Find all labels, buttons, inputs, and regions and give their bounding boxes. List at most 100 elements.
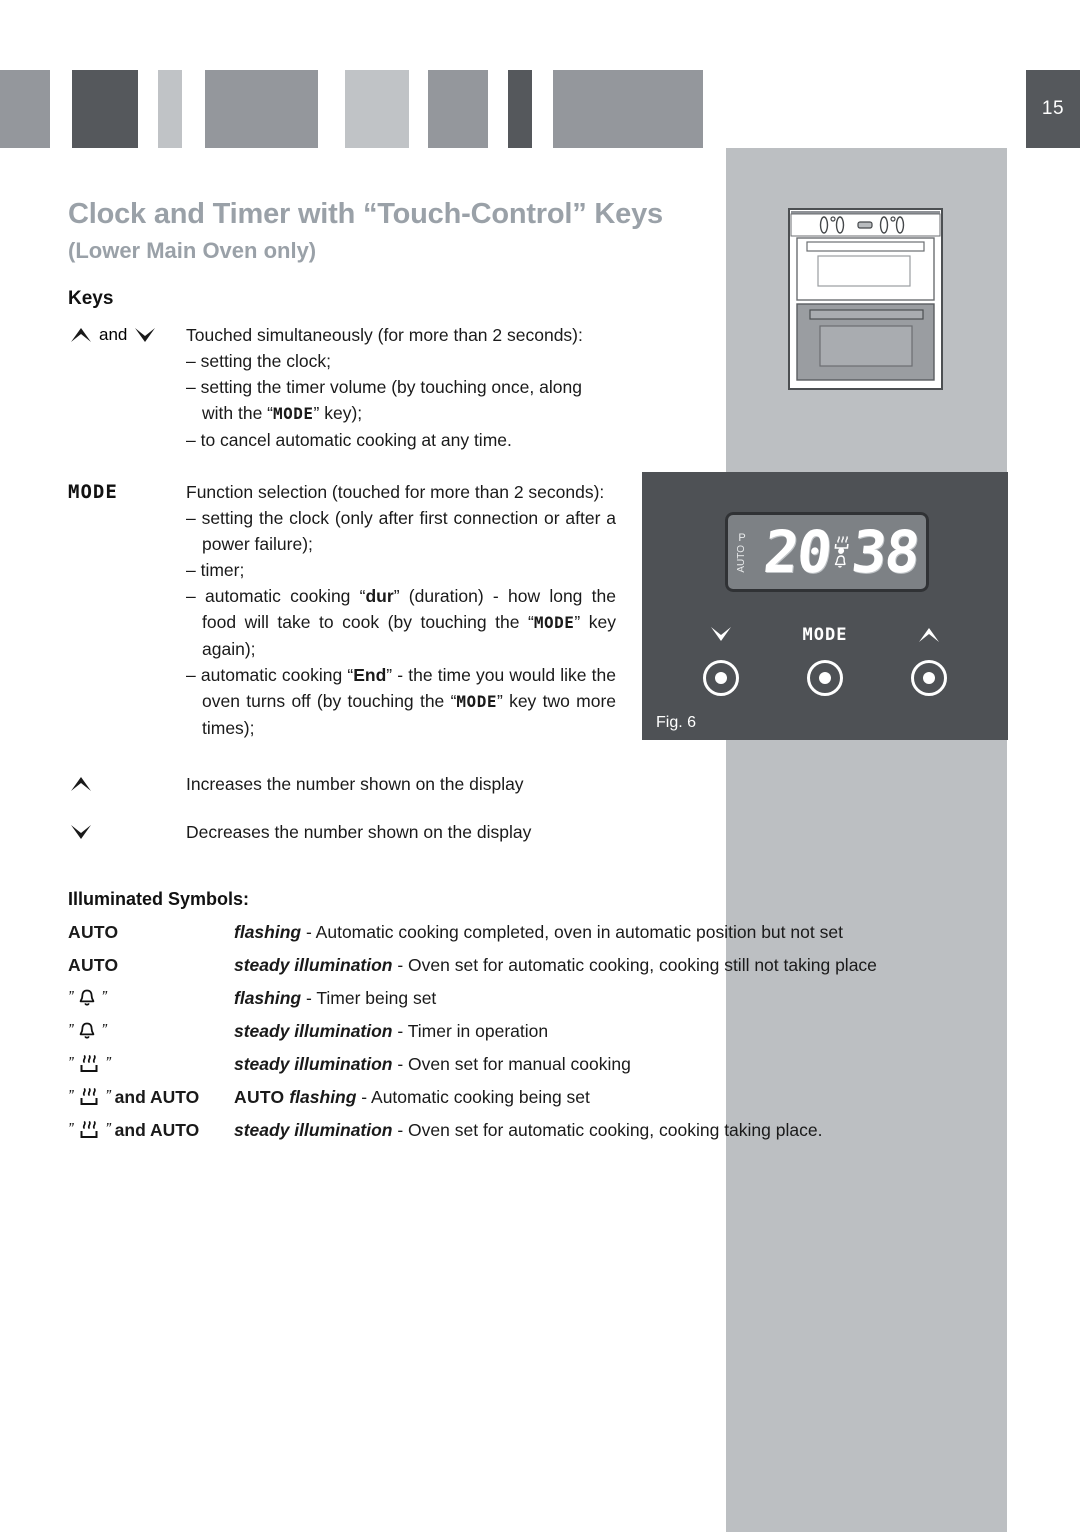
illuminated-description: steady illumination - Timer in operation — [234, 1019, 998, 1043]
illuminated-state: steady illumination — [234, 955, 393, 975]
heat-icon — [77, 1119, 101, 1141]
page-number: 15 — [1026, 70, 1080, 148]
up-arrow-icon — [68, 773, 186, 795]
key-entry-lead: Function selection (touched for more tha… — [186, 482, 605, 502]
quote-open: ” — [68, 1121, 74, 1138]
page-number-value: 15 — [1041, 98, 1065, 119]
top-bar-segment — [428, 70, 488, 148]
key-entry-bullet: – automatic cooking “End” - the time you… — [186, 665, 617, 738]
heat-icon — [77, 1053, 101, 1075]
quote-open: ” — [68, 1055, 74, 1072]
illuminated-row: ” ” flashing - Timer being set — [68, 986, 998, 1010]
quote-open: ” — [68, 1088, 74, 1105]
top-bar-segment — [553, 70, 703, 148]
key-entry-bullet: – automatic cooking “dur” (duration) - h… — [186, 586, 616, 659]
illuminated-description: steady illumination - Oven set for manua… — [234, 1052, 998, 1076]
key-entry-text: Function selection (touched for more tha… — [186, 479, 616, 741]
illuminated-desc-text: - Oven set for manual cooking — [392, 1054, 631, 1074]
top-bar-segment — [345, 70, 409, 148]
mode-symbol-text: MODE — [68, 481, 118, 503]
illuminated-key: ” ” and AUTO — [68, 1118, 234, 1142]
key-symbol-mode: MODE — [68, 479, 186, 741]
mode-inline-label: MODE — [273, 404, 314, 423]
illuminated-row: ” ” steady illumination - Oven set for m… — [68, 1052, 998, 1076]
mode-inline-label: MODE — [533, 613, 575, 632]
quote-close: ” — [105, 1088, 111, 1105]
illuminated-key: ” ” — [68, 1019, 234, 1043]
illuminated-state: steady illumination — [234, 1021, 393, 1041]
illuminated-desc-text: - Automatic cooking being set — [356, 1087, 590, 1107]
down-arrow-icon — [132, 324, 158, 346]
top-bar-segment — [72, 70, 138, 148]
auto-label: AUTO — [234, 1087, 285, 1107]
illuminated-row: ” ” steady illumination - Timer in opera… — [68, 1019, 998, 1043]
quote-close: ” — [105, 1055, 111, 1072]
top-bar-segment — [158, 70, 182, 148]
illuminated-key: ” ” — [68, 986, 234, 1010]
key-entry-text: Decreases the number shown on the displa… — [186, 822, 532, 842]
top-bar-segment — [508, 70, 532, 148]
key-entry-down: Decreases the number shown on the displa… — [68, 819, 998, 845]
illuminated-desc-text: - Oven set for automatic cooking, cookin… — [392, 1120, 823, 1140]
illuminated-row: ” ” and AUTO AUTO flashing - Automatic c… — [68, 1085, 998, 1109]
illuminated-row: AUTO steady illumination - Oven set for … — [68, 953, 998, 977]
heat-icon — [77, 1086, 101, 1108]
illuminated-row: AUTO flashing - Automatic cooking comple… — [68, 920, 998, 944]
illuminated-desc-text: - Oven set for automatic cooking, cookin… — [392, 955, 877, 975]
key-symbol-conjunction: and — [99, 325, 128, 344]
auto-label: AUTO — [68, 922, 119, 942]
key-entry-bullet: – to cancel automatic cooking at any tim… — [186, 430, 512, 450]
key-entry-text: Increases the number shown on the displa… — [186, 774, 524, 794]
illuminated-key-and-auto: and AUTO — [114, 1120, 200, 1140]
illuminated-symbols-list: AUTO flashing - Automatic cooking comple… — [68, 920, 998, 1142]
quote-close: ” — [101, 1022, 107, 1039]
main-content: Clock and Timer with “Touch-Control” Key… — [68, 196, 998, 1142]
bell-icon — [77, 988, 97, 1009]
key-entry-bullet: – timer; — [186, 560, 245, 580]
mode-inline-label: MODE — [456, 692, 497, 711]
illuminated-description: flashing - Automatic cooking completed, … — [234, 920, 998, 944]
illuminated-description: steady illumination - Oven set for autom… — [234, 1118, 998, 1142]
quote-open: ” — [68, 989, 74, 1006]
quote-close: ” — [105, 1121, 111, 1138]
key-entry-up: Increases the number shown on the displa… — [68, 771, 998, 797]
auto-label: AUTO — [68, 955, 119, 975]
key-symbol-down — [68, 819, 186, 845]
illuminated-state: steady illumination — [234, 1120, 393, 1140]
illuminated-state: flashing — [234, 988, 302, 1008]
quote-open: ” — [68, 1022, 74, 1039]
key-entry-bullet: – setting the clock; — [186, 351, 331, 371]
illuminated-row: ” ” and AUTO steady illumination - Oven … — [68, 1118, 998, 1142]
illuminated-description: flashing - Timer being set — [234, 986, 998, 1010]
illuminated-symbols-heading: Illuminated Symbols: — [68, 889, 250, 909]
key-symbol-up — [68, 771, 186, 797]
key-entry-mode: MODE Function selection (touched for mor… — [68, 479, 998, 741]
illuminated-desc-text: - Timer being set — [301, 988, 437, 1008]
page-subtitle: (Lower Main Oven only) — [68, 238, 317, 263]
key-entry-bullet: – setting the clock (only after first co… — [186, 508, 616, 554]
illuminated-description: AUTO flashing - Automatic cooking being … — [234, 1085, 998, 1109]
key-entry-bullet: – setting the timer volume (by touching … — [186, 377, 582, 423]
illuminated-desc-text: - Timer in operation — [392, 1021, 549, 1041]
illuminated-key: ” ” and AUTO — [68, 1085, 234, 1109]
illuminated-key-and-auto: and AUTO — [114, 1087, 200, 1107]
illuminated-desc-text: - Automatic cooking completed, oven in a… — [301, 922, 843, 942]
key-symbol-up-down: and — [68, 322, 186, 453]
down-arrow-icon — [68, 821, 186, 843]
illuminated-state: flashing — [234, 922, 302, 942]
keys-heading: Keys — [68, 288, 114, 309]
key-entry-lead: Touched simultaneously (for more than 2 … — [186, 325, 583, 345]
bell-icon — [77, 1021, 97, 1042]
illuminated-state: steady illumination — [234, 1054, 393, 1074]
illuminated-description: steady illumination - Oven set for autom… — [234, 953, 998, 977]
illuminated-key: AUTO — [68, 953, 234, 977]
illuminated-state: flashing — [289, 1087, 357, 1107]
top-bar-segment — [205, 70, 318, 148]
page-title: Clock and Timer with “Touch-Control” Key… — [68, 198, 663, 230]
quote-close: ” — [101, 989, 107, 1006]
key-entry-updown: and Touched simultaneously (for more tha… — [68, 322, 998, 453]
top-bar-segment — [0, 70, 50, 148]
decorative-top-bars — [0, 70, 1080, 148]
key-entry-text: Touched simultaneously (for more than 2 … — [186, 322, 616, 453]
illuminated-key: AUTO — [68, 920, 234, 944]
